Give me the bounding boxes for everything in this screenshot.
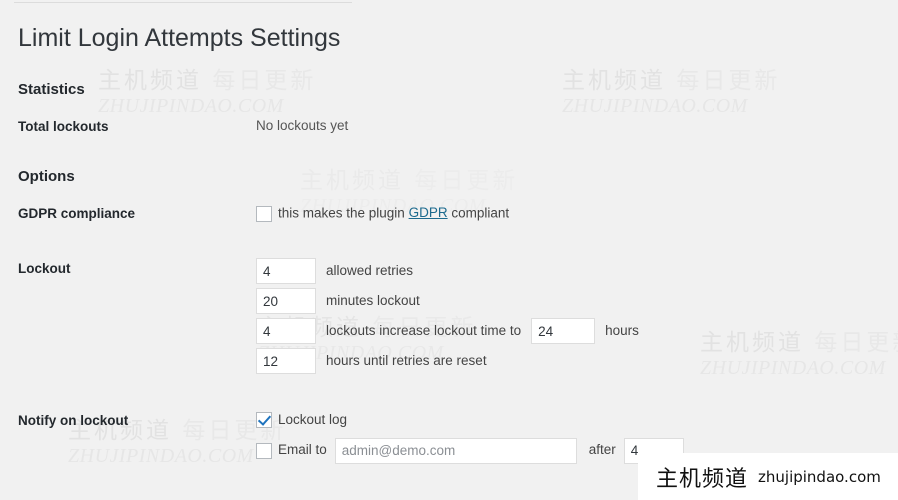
gdpr-label: GDPR compliance (18, 206, 136, 222)
watermark-badge-en: zhujipindao.com (758, 467, 881, 486)
watermark-badge-cn: 主机频道 (656, 466, 749, 492)
statistics-table: Total lockouts No lockouts yet (18, 100, 898, 155)
watermark-badge: 主机频道 zhujipindao.com (638, 453, 898, 500)
email-to-input[interactable] (334, 437, 577, 464)
table-row-lockout: Lockout allowed retries minutes lockout … (18, 242, 898, 394)
retries-reset-input[interactable] (256, 348, 316, 375)
lockout-log-checkbox[interactable] (256, 412, 272, 429)
settings-page: Limit Login Attempts Settings Statistics… (0, 0, 898, 480)
options-heading: Options (18, 168, 75, 186)
increase-hours-text: hours (605, 323, 639, 339)
lockout-row-retries-reset: hours until retries are reset (256, 348, 888, 375)
gdpr-text-after: compliant (451, 205, 510, 221)
lockout-row-allowed-retries: allowed retries (256, 258, 888, 285)
lockout-cell: allowed retries minutes lockout lockouts… (256, 242, 898, 394)
lockouts-increase-input[interactable] (256, 318, 316, 345)
email-to-checkbox[interactable] (256, 442, 272, 459)
total-lockouts-label: Total lockouts (18, 118, 109, 134)
total-lockouts-value-cell: No lockouts yet (256, 100, 898, 155)
gdpr-checkbox[interactable] (256, 205, 272, 222)
lockouts-increase-text: lockouts increase lockout time to (326, 323, 522, 339)
retries-reset-text: hours until retries are reset (326, 353, 487, 369)
lockout-row-minutes: minutes lockout (256, 288, 888, 315)
increase-hours-input[interactable] (531, 318, 596, 345)
gdpr-text-before: this makes the plugin (278, 205, 405, 221)
minutes-lockout-input[interactable] (256, 288, 316, 315)
lockout-log-label: Lockout log (278, 412, 348, 428)
gdpr-cell: this makes the plugin GDPR compliant (256, 187, 898, 242)
minutes-lockout-text: minutes lockout (326, 293, 420, 309)
gdpr-link[interactable]: GDPR (409, 205, 448, 220)
page-title: Limit Login Attempts Settings (18, 24, 341, 52)
options-table: GDPR compliance this makes the plugin GD… (18, 187, 898, 479)
notify-row-lockout-log: Lockout log (256, 410, 888, 430)
allowed-retries-input[interactable] (256, 258, 316, 285)
table-row-gdpr: GDPR compliance this makes the plugin GD… (18, 187, 898, 242)
statistics-heading: Statistics (18, 80, 85, 98)
notify-label: Notify on lockout (18, 413, 129, 429)
table-row-total-lockouts: Total lockouts No lockouts yet (18, 100, 898, 155)
email-to-label: Email to (278, 442, 327, 458)
lockout-row-increase: lockouts increase lockout time to hours (256, 318, 888, 345)
total-lockouts-value: No lockouts yet (256, 117, 349, 133)
notify-after-text: after (588, 442, 616, 458)
lockout-label: Lockout (18, 261, 71, 277)
allowed-retries-text: allowed retries (326, 263, 414, 279)
